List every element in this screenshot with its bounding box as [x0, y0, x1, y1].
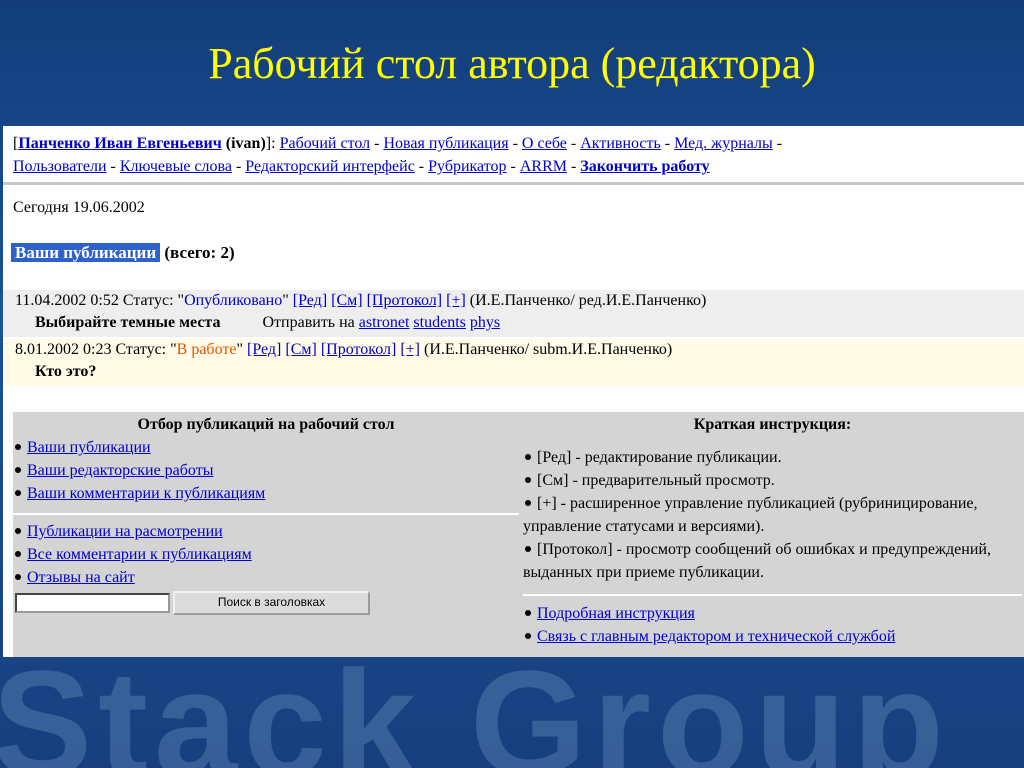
nav-link-rubricator[interactable]: Рубрикатор [428, 158, 506, 175]
user-name-link[interactable]: Панченко Иван Евгеньевич [18, 135, 221, 152]
bullet-icon [525, 546, 531, 552]
search-input[interactable] [15, 593, 170, 613]
contact-editor-link[interactable]: Связь с главным редактором и технической… [537, 628, 895, 645]
bullet-icon [15, 467, 21, 473]
search-row: Поиск в заголовках [13, 591, 519, 617]
protocol-link[interactable]: [Протокол] [367, 292, 443, 309]
list-item: [Протокол] - просмотр сообщений об ошибк… [523, 541, 991, 581]
publication-meta: 8.01.2002 0:23 Статус: "В работе" [Ред] … [15, 341, 673, 358]
nav-link-arrm[interactable]: ARRM [520, 158, 567, 175]
edit-link[interactable]: [Ред] [293, 292, 327, 309]
bullet-icon [525, 500, 531, 506]
app-screenshot: [Панченко Иван Евгеньевич (ivan)]: Рабоч… [3, 126, 1024, 657]
plus-link[interactable]: [+] [400, 341, 420, 358]
nav-link-editor-interface[interactable]: Редакторский интерфейс [245, 158, 415, 175]
divider [13, 513, 519, 515]
user-login: (ivan) [225, 135, 266, 152]
instructions-body: [Ред] - редактирование публикации. [См] … [521, 436, 1024, 648]
publication-meta: 11.04.2002 0:52 Статус: "Опубликовано" [… [15, 292, 707, 309]
status-published: Опубликовано [184, 292, 283, 309]
list-item: Связь с главным редактором и технической… [523, 625, 1022, 648]
stack-group-watermark: Stack Group [0, 639, 950, 768]
nav-link-desktop[interactable]: Рабочий стол [280, 135, 371, 152]
publication-row: 8.01.2002 0:23 Статус: "В работе" [Ред] … [3, 339, 1024, 386]
list-item: Подробная инструкция [523, 602, 1022, 625]
nav-link-activity[interactable]: Активность [580, 135, 661, 152]
today-date: Сегодня 19.06.2002 [13, 199, 145, 216]
view-link[interactable]: [См] [285, 341, 316, 358]
plus-link[interactable]: [+] [446, 292, 466, 309]
instructions-panel: Краткая инструкция: [Ред] - редактирован… [521, 412, 1024, 657]
nav-link-med-journals[interactable]: Мед. журналы [674, 135, 773, 152]
filter-link-editor-works[interactable]: Ваши редакторские работы [27, 462, 213, 479]
filter-link-my-comments[interactable]: Ваши комментарии к публикациям [27, 485, 265, 502]
list-item: [Ред] - редактирование публикации. [523, 446, 1022, 469]
send-phys-link[interactable]: phys [470, 314, 500, 331]
list-item: Публикации на расмотрении [13, 520, 519, 543]
divider [523, 594, 1022, 596]
filter-heading: Отбор публикаций на рабочий стол [137, 416, 395, 433]
filter-link-all-comments[interactable]: Все комментарии к публикациям [27, 546, 252, 563]
protocol-link[interactable]: [Протокол] [321, 341, 397, 358]
list-item: [+] - расширенное управление публикацией… [523, 495, 978, 535]
bullet-icon [525, 477, 531, 483]
slide-title: Рабочий стол автора (редактора) [208, 39, 816, 88]
nav-link-logout[interactable]: Закончить работу [580, 158, 709, 175]
search-titles-button[interactable]: Поиск в заголовках [173, 591, 370, 615]
bullet-icon [15, 551, 21, 557]
detailed-instructions-link[interactable]: Подробная инструкция [537, 605, 695, 622]
filter-list: Ваши публикации Ваши редакторские работы… [13, 436, 519, 505]
list-item: Ваши комментарии к публикациям [13, 482, 519, 505]
bullet-icon [15, 444, 21, 450]
bullet-icon [15, 574, 21, 580]
publications-heading: Ваши публикации (всего: 2) [11, 242, 235, 264]
nav-link-keywords[interactable]: Ключевые слова [120, 158, 232, 175]
bullet-icon [525, 633, 531, 639]
view-link[interactable]: [См] [331, 292, 362, 309]
top-navigation: [Панченко Иван Евгеньевич (ivan)]: Рабоч… [13, 135, 783, 175]
filter-list: Публикации на расмотрении Все комментари… [13, 520, 519, 589]
send-to-label: Отправить на [262, 314, 355, 331]
lower-panel: Отбор публикаций на рабочий стол Ваши пу… [13, 412, 1024, 657]
filter-link-my-publications[interactable]: Ваши публикации [27, 439, 151, 456]
status-in-work: В работе [176, 341, 237, 358]
filter-panel: Отбор публикаций на рабочий стол Ваши пу… [13, 412, 519, 657]
bullet-icon [15, 528, 21, 534]
bullet-icon [525, 454, 531, 460]
send-astronet-link[interactable]: astronet [359, 314, 410, 331]
publications-heading-label: Ваши публикации [11, 243, 161, 262]
bullet-icon [15, 490, 21, 496]
publication-title: Выбирайте темные места Отправить на astr… [35, 314, 501, 331]
instructions-heading: Краткая инструкция: [693, 416, 852, 433]
publications-count: (всего: 2) [164, 243, 235, 262]
publication-row: 11.04.2002 0:52 Статус: "Опубликовано" [… [3, 290, 1024, 337]
list-item: Все комментарии к публикациям [13, 543, 519, 566]
list-item: Ваши публикации [13, 436, 519, 459]
nav-link-users[interactable]: Пользователи [13, 158, 107, 175]
filter-link-under-review[interactable]: Публикации на расмотрении [27, 523, 223, 540]
publication-title: Кто это? [35, 363, 97, 380]
list-item: [См] - предварительный просмотр. [523, 469, 1022, 492]
send-students-link[interactable]: students [413, 314, 465, 331]
list-item: Отзывы на сайт [13, 566, 519, 589]
bullet-icon [525, 610, 531, 616]
filter-link-site-feedback[interactable]: Отзывы на сайт [27, 569, 135, 586]
nav-link-about[interactable]: О себе [522, 135, 567, 152]
edit-link[interactable]: [Ред] [247, 341, 281, 358]
divider [3, 182, 1024, 185]
list-item: Ваши редакторские работы [13, 459, 519, 482]
nav-link-new-publication[interactable]: Новая публикация [383, 135, 508, 152]
